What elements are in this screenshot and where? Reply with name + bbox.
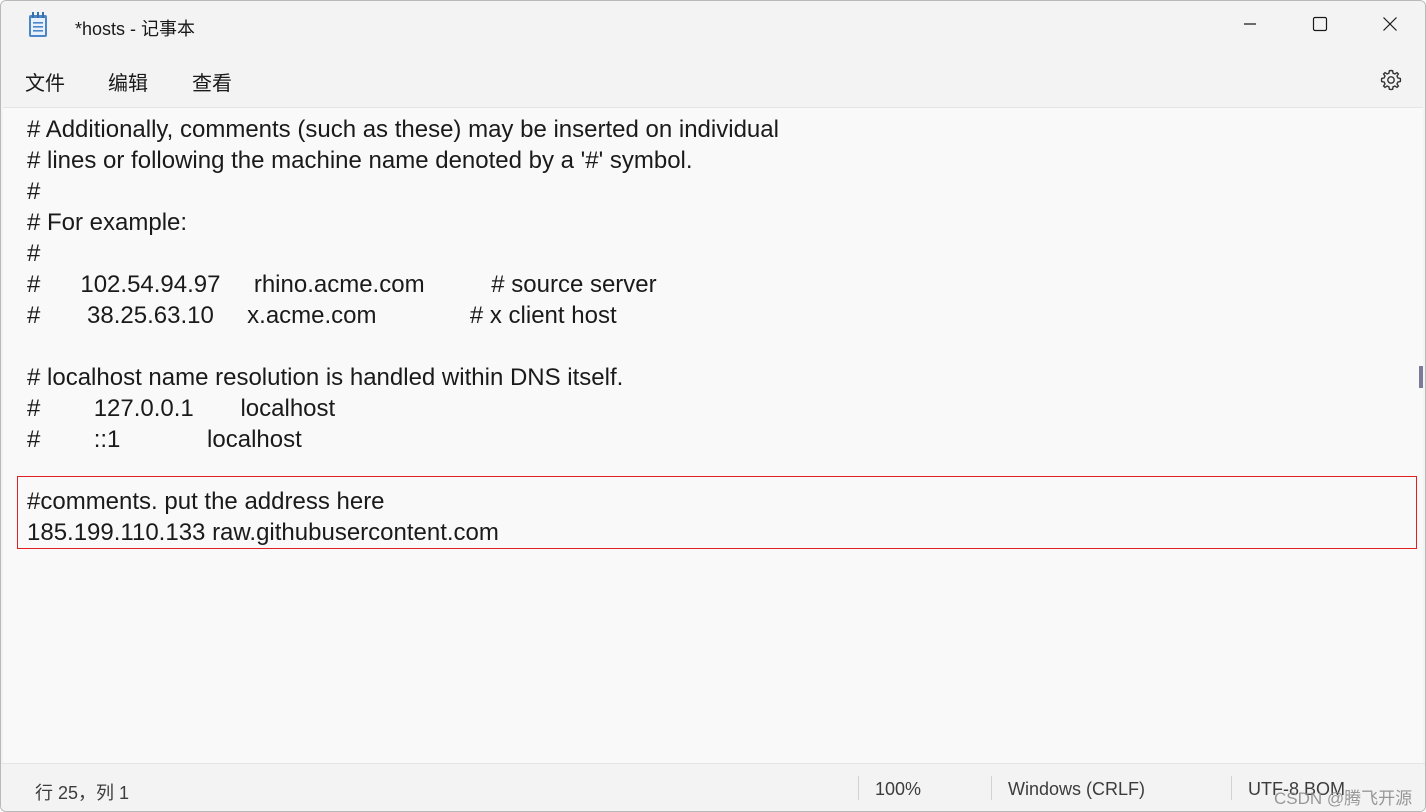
close-icon — [1383, 17, 1397, 31]
menu-view[interactable]: 查看 — [192, 67, 232, 96]
watermark-text: CSDN @腾飞开源 — [1274, 789, 1413, 808]
editor-line[interactable]: # — [27, 176, 779, 207]
editor-line[interactable]: # lines or following the machine name de… — [27, 145, 779, 176]
maximize-icon — [1312, 16, 1328, 32]
minimize-icon — [1244, 23, 1256, 25]
editor-line[interactable]: # ::1 localhost — [27, 424, 779, 455]
gear-icon[interactable] — [1379, 68, 1403, 92]
editor-line[interactable]: # 38.25.63.10 x.acme.com # x client host — [27, 300, 779, 331]
line-ending[interactable]: Windows (CRLF) — [1008, 779, 1145, 800]
window-title: *hosts - 记事本 — [75, 19, 196, 39]
scrollbar-indicator[interactable] — [1419, 366, 1423, 388]
editor-line[interactable]: # 127.0.0.1 localhost — [27, 393, 779, 424]
editor-line[interactable]: # 102.54.94.97 rhino.acme.com # source s… — [27, 269, 779, 300]
status-bar: 行 25，列 1 100% Windows (CRLF) UTF-8 BOM — [1, 763, 1425, 811]
menu-file[interactable]: 文件 — [25, 67, 65, 96]
title-bar[interactable]: *hosts - 记事本 — [1, 1, 1425, 49]
zoom-level[interactable]: 100% — [875, 779, 921, 800]
notepad-window: *hosts - 记事本 文件 编辑 查看 # Additionally, co… — [0, 0, 1426, 812]
close-button[interactable] — [1355, 1, 1425, 47]
menu-edit[interactable]: 编辑 — [108, 67, 148, 96]
editor-line[interactable]: # — [27, 238, 779, 269]
maximize-button[interactable] — [1285, 1, 1355, 47]
status-divider — [991, 776, 992, 800]
notepad-icon — [29, 12, 47, 37]
minimize-button[interactable] — [1215, 1, 1285, 47]
editor-line[interactable] — [27, 331, 779, 362]
editor-line[interactable]: # For example: — [27, 207, 779, 238]
cursor-position: 行 25，列 1 — [35, 783, 130, 803]
editor-line[interactable]: # Additionally, comments (such as these)… — [27, 114, 779, 145]
highlight-annotation-box — [17, 476, 1417, 549]
status-divider — [1231, 776, 1232, 800]
text-editor[interactable]: # Additionally, comments (such as these)… — [3, 107, 1423, 764]
menu-bar: 文件 编辑 查看 — [1, 49, 1425, 107]
editor-line[interactable]: # localhost name resolution is handled w… — [27, 362, 779, 393]
status-divider — [858, 776, 859, 800]
